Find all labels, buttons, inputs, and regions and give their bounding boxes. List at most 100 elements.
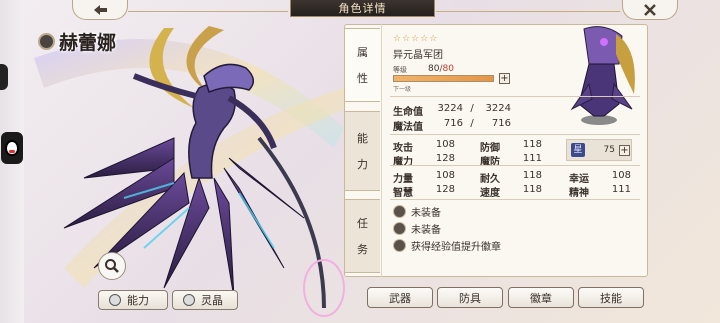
- next-level-label: 下一级: [393, 86, 412, 93]
- weapon-button[interactable]: 武器: [367, 287, 433, 308]
- section-divider: [390, 96, 640, 97]
- character-art: [24, 18, 354, 323]
- stat-speed: 速度 118: [480, 184, 542, 199]
- section-divider: [390, 199, 640, 200]
- section-divider: [390, 134, 640, 135]
- tab-ability[interactable]: 能 力: [344, 111, 380, 191]
- stat-luck: 幸运 108: [569, 170, 631, 185]
- badge-hint-row[interactable]: 获得经验值提升徽章: [393, 238, 501, 253]
- hp-row: 生命值 3224 / 3224: [393, 103, 511, 118]
- floating-app-icon[interactable]: [1, 132, 23, 164]
- rank-value: 75: [603, 145, 615, 155]
- tab-label-bottom: 力: [357, 158, 368, 171]
- equip-slot-icon: [393, 205, 406, 218]
- edge-handle[interactable]: [0, 64, 8, 90]
- back-button[interactable]: [72, 0, 128, 20]
- weapon-label: 武器: [389, 291, 411, 305]
- stat-label: 攻击: [393, 143, 413, 154]
- stat-label: 精神: [569, 188, 589, 199]
- header-divider-left: [128, 11, 288, 12]
- mp-max: 716: [491, 118, 511, 129]
- tab-label-top: 能: [357, 132, 368, 145]
- stat-value: 108: [611, 170, 631, 181]
- rank-icon: 星: [571, 143, 585, 157]
- stat-value: 108: [435, 139, 455, 150]
- tab-label-bottom: 性: [357, 72, 368, 85]
- tab-task[interactable]: 任 务: [344, 199, 380, 273]
- badge-label: 徽章: [530, 291, 552, 305]
- hp-current: 3224: [437, 103, 463, 114]
- stat-value: 128: [435, 184, 455, 195]
- character-name-block: 赫蕾娜: [38, 28, 116, 55]
- rank-box: 星 75 +: [566, 139, 632, 161]
- crystal-label: 灵晶: [201, 294, 223, 307]
- rank-plus-button[interactable]: +: [619, 144, 630, 156]
- badge-icon: [393, 239, 406, 252]
- level-progress-bar: [393, 75, 494, 82]
- mp-label: 魔法值: [393, 122, 423, 133]
- stat-value: 118: [522, 170, 542, 181]
- stat-label: 耐久: [480, 174, 500, 185]
- badge-hint-text: 获得经验值提升徽章: [411, 242, 501, 253]
- ability-button[interactable]: 能力: [98, 290, 168, 310]
- close-button[interactable]: [622, 0, 678, 20]
- ability-label: 能力: [127, 294, 149, 307]
- equip-slot-1[interactable]: 未装备: [393, 204, 441, 219]
- level-up-button[interactable]: +: [499, 73, 510, 84]
- skill-button[interactable]: 技能: [578, 287, 644, 308]
- level-label: 等级: [393, 66, 407, 74]
- stat-value: 118: [522, 139, 542, 150]
- mp-row: 魔法值 716 / 716: [393, 118, 511, 133]
- close-icon: [644, 3, 656, 16]
- zoom-button[interactable]: [98, 252, 126, 280]
- armor-button[interactable]: 防具: [437, 287, 503, 308]
- stat-strength: 力量 108: [393, 170, 455, 185]
- crystal-button[interactable]: 灵晶: [172, 290, 238, 310]
- star-rating: ☆☆☆☆☆: [393, 34, 439, 44]
- equip-slot-text: 未装备: [411, 225, 441, 236]
- tab-attributes[interactable]: 属 性: [344, 28, 380, 102]
- character-name: 赫蕾娜: [59, 32, 117, 54]
- level-current: 80: [428, 64, 440, 74]
- hp-max: 3224: [485, 103, 511, 114]
- stat-value: 111: [611, 184, 631, 195]
- crystal-icon: [183, 294, 195, 306]
- character-sprite: [570, 26, 635, 125]
- element-icon: [38, 33, 55, 50]
- stat-attack: 攻击 108: [393, 139, 455, 154]
- tab-label-top: 任: [357, 217, 368, 230]
- page-title: 角色详情: [338, 2, 387, 15]
- badge-button[interactable]: 徽章: [508, 287, 574, 308]
- level-max: 80: [442, 64, 454, 74]
- character-thumbnail: [544, 24, 648, 134]
- hp-label: 生命值: [393, 107, 423, 118]
- stat-label: 幸运: [569, 174, 589, 185]
- level-progress-fill: [394, 76, 493, 81]
- mp-current: 716: [443, 118, 463, 129]
- section-divider: [390, 165, 640, 166]
- stat-value: 118: [522, 184, 542, 195]
- stat-label: 防御: [480, 143, 500, 154]
- header-title-bar: 角色详情: [290, 0, 435, 17]
- stat-label: 力量: [393, 174, 413, 185]
- armor-label: 防具: [459, 291, 481, 305]
- search-icon: [105, 259, 119, 273]
- tab-label-bottom: 务: [357, 243, 368, 256]
- skill-label: 技能: [600, 291, 622, 305]
- equip-slot-2[interactable]: 未装备: [393, 221, 441, 236]
- character-illustration: [34, 26, 345, 317]
- tab-label-top: 属: [357, 46, 368, 59]
- stat-value: 108: [435, 170, 455, 181]
- equip-slot-text: 未装备: [411, 208, 441, 219]
- stat-endurance: 耐久 118: [480, 170, 542, 185]
- penguin-icon: [5, 140, 19, 156]
- equip-slot-icon: [393, 222, 406, 235]
- faction-name: 异元晶军团: [393, 50, 443, 61]
- stat-defense: 防御 118: [480, 139, 542, 154]
- arrow-left-icon: [94, 4, 107, 15]
- level-value: 80/80: [428, 64, 454, 74]
- header-divider-right: [436, 11, 620, 12]
- stat-spirit: 精神 111: [569, 184, 631, 199]
- hp-slash: /: [470, 103, 474, 114]
- stat-label: 智慧: [393, 188, 413, 199]
